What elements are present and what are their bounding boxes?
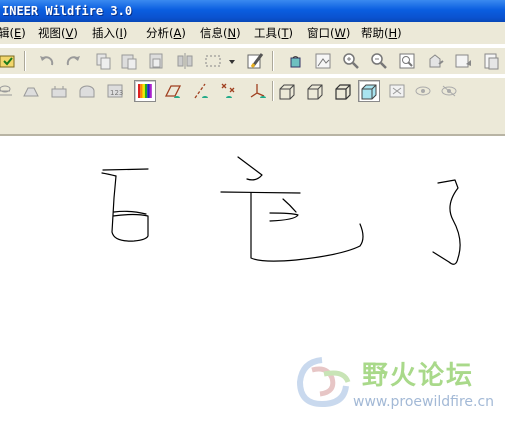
window-title-bar: INEER Wildfire 3.0 bbox=[0, 0, 505, 22]
shading-icon[interactable] bbox=[358, 80, 380, 102]
axis-display-icon[interactable] bbox=[190, 80, 212, 102]
point-display-icon[interactable] bbox=[218, 80, 240, 102]
datum-curve-icon[interactable] bbox=[76, 80, 98, 102]
color-appearance-icon[interactable] bbox=[134, 80, 156, 102]
repaint-icon[interactable] bbox=[244, 50, 266, 72]
menu-bar: 辑(E) 视图(V) 插入(I) 分析(A) 信息(N) 工具(T) 窗口(W)… bbox=[0, 22, 505, 44]
bucket-icon[interactable] bbox=[284, 50, 306, 72]
datum-csys-icon[interactable] bbox=[48, 80, 70, 102]
menu-info[interactable]: 信息(N) bbox=[200, 22, 241, 44]
hide-icon[interactable] bbox=[438, 80, 460, 102]
toolbar-separator bbox=[272, 51, 274, 71]
zoom-in-icon[interactable] bbox=[340, 50, 362, 72]
forum-logo-watermark bbox=[296, 357, 351, 408]
menu-insert[interactable]: 插入(I) bbox=[92, 22, 127, 44]
menu-analysis[interactable]: 分析(A) bbox=[146, 22, 186, 44]
window-title: INEER Wildfire 3.0 bbox=[2, 4, 133, 18]
layers-icon[interactable] bbox=[480, 50, 502, 72]
datum-axis-icon[interactable] bbox=[20, 80, 42, 102]
copy-icon[interactable] bbox=[92, 50, 114, 72]
toolbar-separator bbox=[24, 51, 26, 71]
view-settings-icon[interactable] bbox=[312, 50, 334, 72]
undo-icon[interactable] bbox=[36, 50, 58, 72]
model-tree-icon[interactable] bbox=[386, 80, 408, 102]
menu-tools[interactable]: 工具(T) bbox=[254, 22, 293, 44]
svg-text:123: 123 bbox=[110, 89, 123, 97]
orient-icon[interactable] bbox=[424, 50, 446, 72]
spin-center-icon[interactable]: 123 bbox=[104, 80, 126, 102]
main-toolbar bbox=[0, 48, 505, 74]
plane-display-icon[interactable] bbox=[162, 80, 184, 102]
message-area bbox=[0, 104, 505, 136]
zoom-out-icon[interactable] bbox=[368, 50, 390, 72]
wireframe-icon[interactable] bbox=[276, 80, 298, 102]
show-icon[interactable] bbox=[412, 80, 434, 102]
menu-view[interactable]: 视图(V) bbox=[38, 22, 78, 44]
menu-window[interactable]: 窗口(W) bbox=[307, 22, 350, 44]
hidden-line-icon[interactable] bbox=[304, 80, 326, 102]
toolbar-separator bbox=[272, 81, 274, 101]
datum-plane-icon[interactable] bbox=[0, 80, 16, 102]
no-hidden-icon[interactable] bbox=[332, 80, 354, 102]
menu-help[interactable]: 帮助(H) bbox=[361, 22, 402, 44]
select-box-icon[interactable] bbox=[202, 50, 224, 72]
saved-views-icon[interactable] bbox=[452, 50, 474, 72]
paste-special-icon[interactable] bbox=[146, 50, 168, 72]
forum-name-watermark: 野火论坛 bbox=[362, 361, 475, 391]
paste-icon[interactable] bbox=[118, 50, 140, 72]
redo-icon[interactable] bbox=[62, 50, 84, 72]
csys-display-icon[interactable] bbox=[246, 80, 268, 102]
forum-url-watermark: www.proewildfire.cn bbox=[353, 394, 495, 410]
mirror-icon[interactable] bbox=[174, 50, 196, 72]
menu-edit[interactable]: 辑(E) bbox=[0, 22, 26, 44]
dropdown-arrow-icon[interactable] bbox=[226, 50, 238, 72]
display-toolbar: 123 bbox=[0, 78, 505, 104]
regenerate-icon[interactable] bbox=[0, 50, 18, 72]
refit-icon[interactable] bbox=[396, 50, 418, 72]
